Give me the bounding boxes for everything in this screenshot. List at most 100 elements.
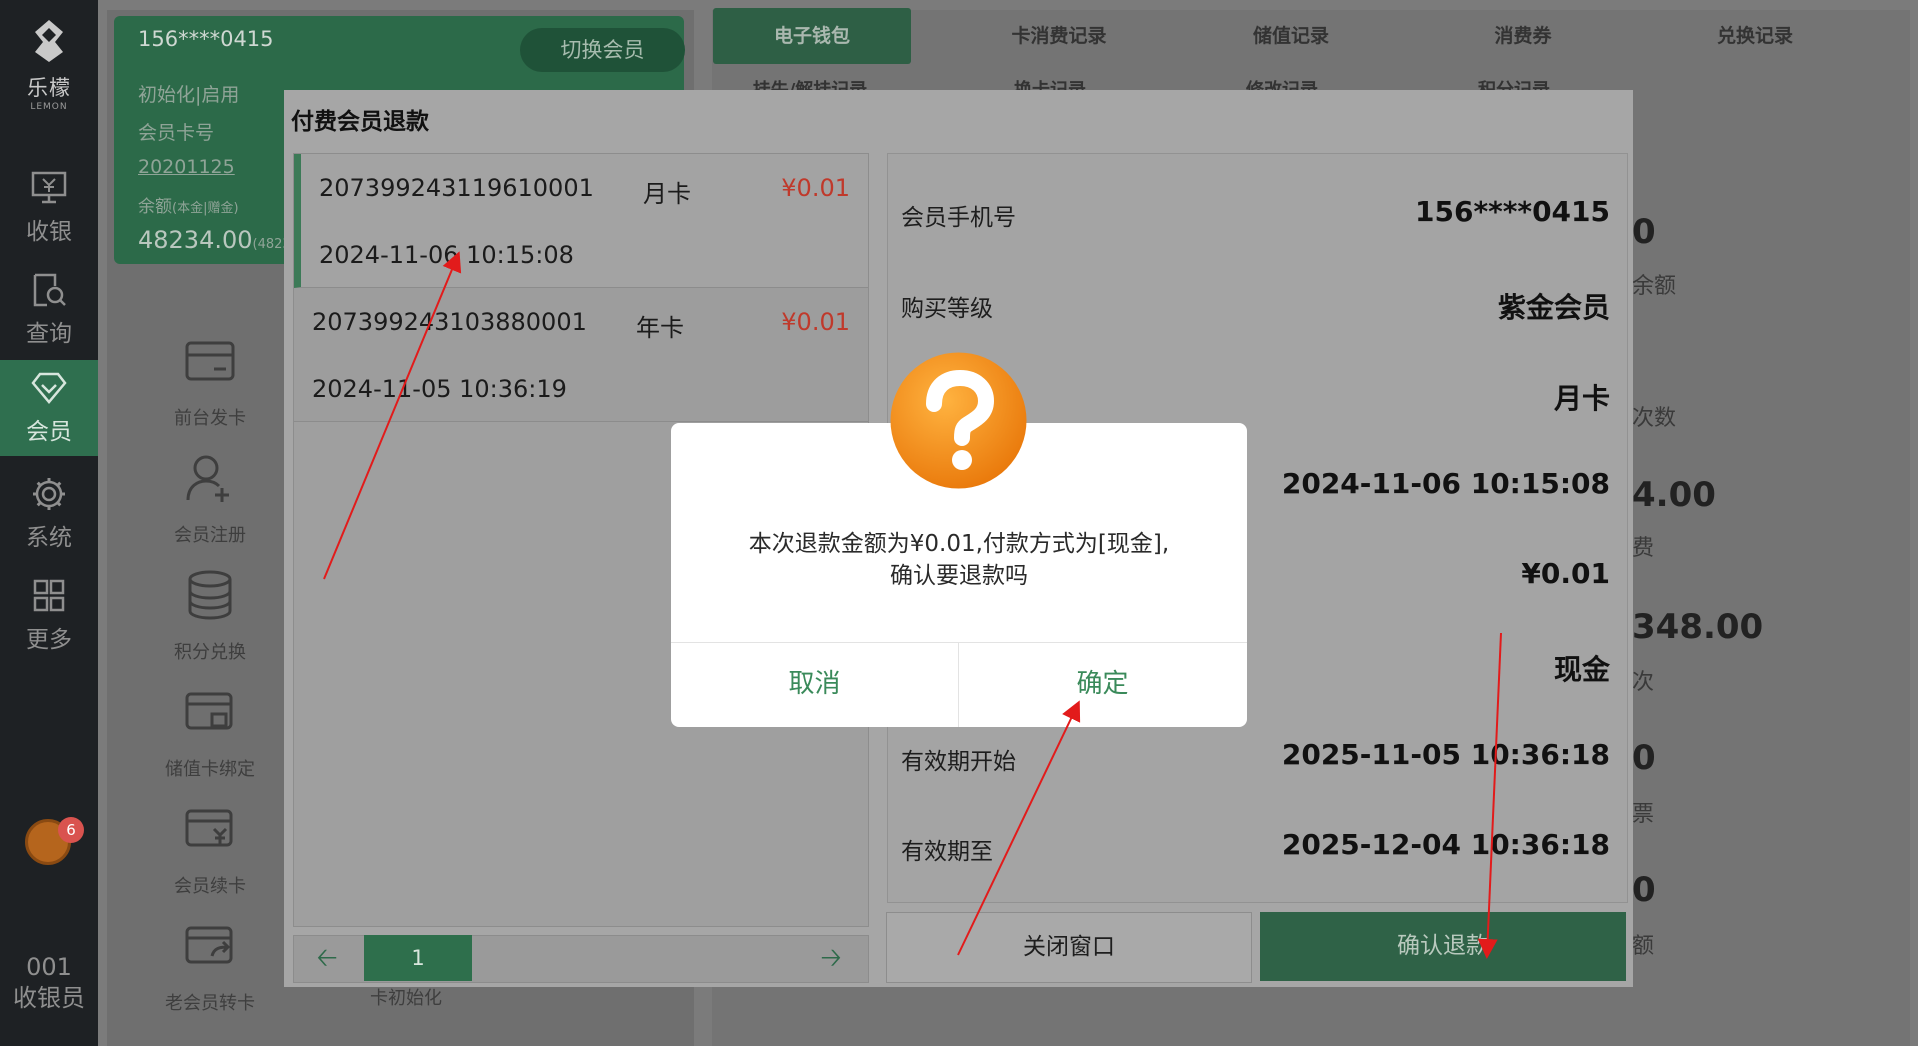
confirm-message-line1: 本次退款金额为¥0.01,付款方式为[现金], xyxy=(748,531,1170,557)
grid-icon xyxy=(33,579,65,612)
order-row[interactable]: 207399243103880001 年卡 ¥0.01 2024-11-05 1… xyxy=(294,288,868,422)
tool-label: 储值卡绑定 xyxy=(165,759,255,780)
stat-value: 4.00 xyxy=(1632,475,1716,515)
stat-label: 费 xyxy=(1632,536,1655,561)
next-page-arrow-icon[interactable]: 🡢 xyxy=(802,935,860,981)
card-type-value: 月卡 xyxy=(1553,382,1610,415)
level-label: 购买等级 xyxy=(901,296,993,322)
brand-name: 乐檬 xyxy=(27,76,71,100)
switch-member-button[interactable]: 切换会员 xyxy=(520,28,685,72)
close-window-button[interactable]: 关闭窗口 xyxy=(886,912,1252,983)
balance-label-text: 余额 xyxy=(138,197,172,217)
buy-time-value: 2024-11-06 10:15:08 xyxy=(1281,467,1610,500)
tool-card-issue[interactable]: 前台发卡 xyxy=(150,335,270,430)
dialog-title: 付费会员退款 xyxy=(291,109,429,135)
brand-logo: 乐檬 LEMON xyxy=(0,18,98,112)
user-add-icon xyxy=(186,455,229,502)
tab-e-wallet[interactable]: 电子钱包 xyxy=(713,8,911,64)
card-no-label: 会员卡号 xyxy=(138,122,215,144)
valid-from-value: 2025-11-05 10:36:18 xyxy=(1281,738,1610,771)
sidebar-item-label: 系统 xyxy=(26,525,72,551)
tool-label: 前台发卡 xyxy=(174,408,246,429)
valid-to-label: 有效期至 xyxy=(901,839,993,865)
brand-sub: LEMON xyxy=(30,102,68,112)
tool-member-renew[interactable]: 会员续卡 xyxy=(150,803,270,898)
sidebar-item-label: 查询 xyxy=(26,321,72,347)
level-value: 紫金会员 xyxy=(1497,291,1610,324)
phone-value: 156****0415 xyxy=(1415,195,1610,228)
question-mark-icon xyxy=(890,352,1027,489)
stat-value: 0 xyxy=(1632,738,1656,778)
tool-label: 老会员转卡 xyxy=(165,993,255,1014)
card-bind-icon xyxy=(185,692,233,730)
cashier-role: 收银员 xyxy=(13,984,85,1012)
order-type: 月卡 xyxy=(643,180,691,208)
diamond-icon xyxy=(31,372,67,404)
member-phone: 156****0415 xyxy=(138,27,274,51)
stat-label: 票 xyxy=(1632,802,1655,827)
cashier-id: 001 xyxy=(26,953,72,981)
sidebar-item-label: 更多 xyxy=(26,627,72,653)
card-no[interactable]: 20201125 xyxy=(138,156,235,178)
tool-points-exchange[interactable]: 积分兑换 xyxy=(150,569,270,664)
stat-value: 348.00 xyxy=(1632,607,1764,647)
stat-value: 0 xyxy=(1632,870,1656,910)
member-balance: 48234.00(4823 xyxy=(138,226,291,254)
sidebar-item-query[interactable]: 查询 xyxy=(0,262,98,358)
order-amount: ¥0.01 xyxy=(781,174,850,202)
tab-recharge-records[interactable]: 储值记录 xyxy=(1192,8,1390,64)
balance-value: 48234.00 xyxy=(138,226,253,254)
cashier-info[interactable]: 001 收银员 xyxy=(0,952,98,1014)
confirm-refund-button[interactable]: 确认退款 xyxy=(1260,912,1626,981)
stat-value: 0 xyxy=(1632,212,1656,252)
stat-label: 余额 xyxy=(1632,274,1677,299)
cash-register-icon xyxy=(31,171,67,204)
card-transfer-icon xyxy=(185,926,233,964)
lemon-logo-icon xyxy=(35,20,63,62)
sidebar-item-system[interactable]: 系统 xyxy=(0,466,98,562)
order-no: 207399243119610001 xyxy=(319,174,594,202)
sidebar-item-cashier[interactable]: 收银 xyxy=(0,160,98,256)
notification-badge: 6 xyxy=(58,817,84,843)
stat-label: 次数 xyxy=(1632,406,1677,431)
stat-label: 次 xyxy=(1632,670,1655,695)
card-yen-icon xyxy=(185,809,233,847)
pay-method-value: 现金 xyxy=(1553,653,1610,686)
tool-label: 积分兑换 xyxy=(174,642,246,663)
confirm-message: 本次退款金额为¥0.01,付款方式为[现金], 确认要退款吗 xyxy=(700,528,1218,592)
sidebar-item-member[interactable]: 会员 xyxy=(0,360,98,456)
tool-stored-card-bind[interactable]: 储值卡绑定 xyxy=(150,686,270,781)
search-doc-icon xyxy=(33,273,66,307)
tool-label: 卡初始化 xyxy=(370,988,442,1009)
order-row[interactable]: 207399243119610001 月卡 ¥0.01 2024-11-06 1… xyxy=(294,154,868,288)
member-status: 初始化|启用 xyxy=(138,84,240,106)
sidebar-item-more[interactable]: 更多 xyxy=(0,568,98,664)
tool-card-init[interactable]: 卡初始化 xyxy=(346,984,466,1010)
balance-note: (本金|赠金) xyxy=(172,201,239,216)
tool-label: 会员注册 xyxy=(174,525,246,546)
tab-card-consumption[interactable]: 卡消费记录 xyxy=(960,8,1158,64)
stat-label: 额 xyxy=(1632,934,1655,959)
balance-label: 余额(本金|赠金) xyxy=(138,192,239,217)
card-icon xyxy=(185,341,235,381)
gear-icon xyxy=(33,478,65,510)
tool-member-register[interactable]: 会员注册 xyxy=(150,452,270,547)
amount-value: ¥0.01 xyxy=(1521,557,1610,590)
tool-old-member-transfer[interactable]: 老会员转卡 xyxy=(150,920,270,1015)
current-page[interactable]: 1 xyxy=(364,935,472,981)
tool-label: 会员续卡 xyxy=(174,876,246,897)
ok-button[interactable]: 确定 xyxy=(959,642,1246,727)
order-no: 207399243103880001 xyxy=(312,308,587,336)
cancel-button[interactable]: 取消 xyxy=(671,642,958,727)
prev-page-arrow-icon[interactable]: 🡠 xyxy=(298,935,356,981)
order-type: 年卡 xyxy=(636,314,684,342)
order-amount: ¥0.01 xyxy=(781,308,850,336)
valid-from-label: 有效期开始 xyxy=(901,749,1016,775)
tab-exchange-records[interactable]: 兑换记录 xyxy=(1656,8,1854,64)
database-icon xyxy=(188,570,232,620)
sidebar-item-label: 收银 xyxy=(26,219,72,245)
order-time: 2024-11-05 10:36:19 xyxy=(312,375,567,403)
tab-coupons[interactable]: 消费券 xyxy=(1424,8,1622,64)
phone-label: 会员手机号 xyxy=(901,205,1016,231)
order-time: 2024-11-06 10:15:08 xyxy=(319,241,574,269)
